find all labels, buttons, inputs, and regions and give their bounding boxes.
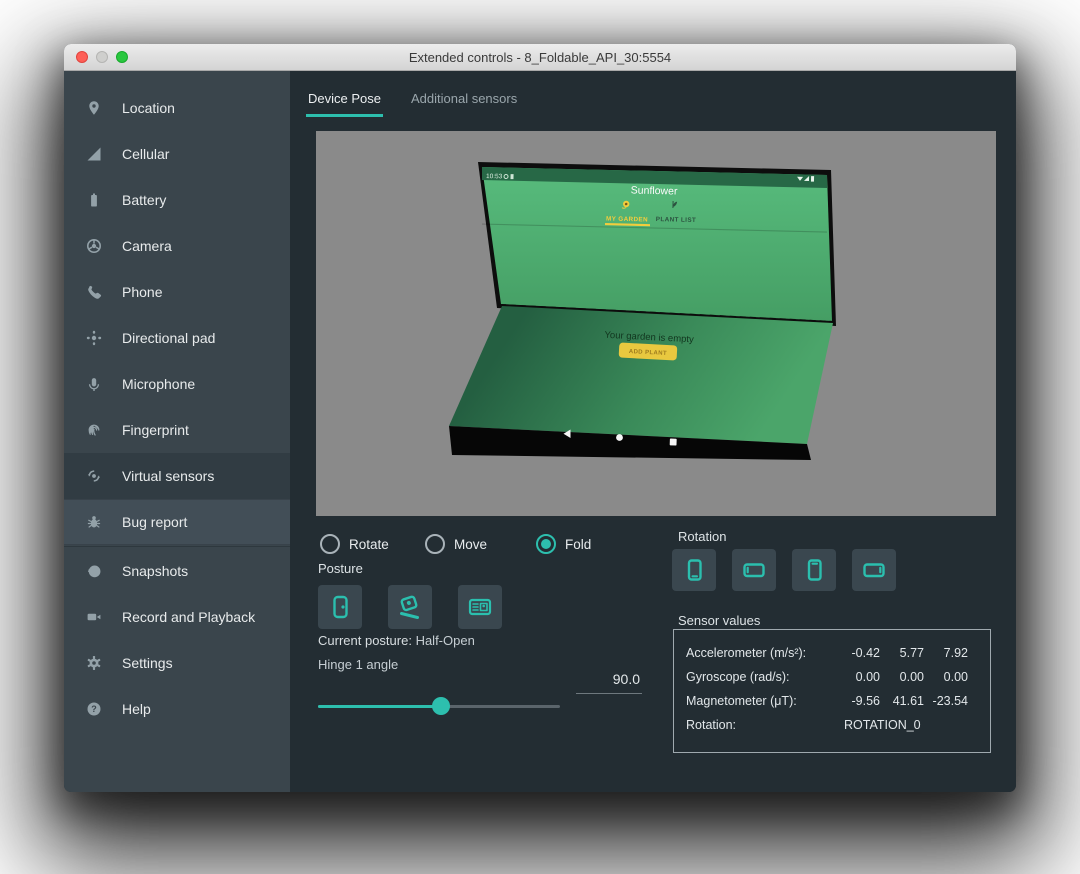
- posture-half-open-button[interactable]: [388, 585, 432, 629]
- sensor-row-rotation: Rotation: ROTATION_0: [686, 713, 990, 737]
- phone-icon: [84, 284, 104, 300]
- fingerprint-icon: [84, 422, 104, 438]
- sidebar-item-battery[interactable]: Battery: [64, 177, 290, 223]
- foldable-device-preview: 10:53 Sunflower: [316, 131, 996, 516]
- main-panel: Device Pose Additional sensors: [290, 71, 1016, 792]
- rotation-landscape-right-button[interactable]: [852, 549, 896, 591]
- sidebar-divider: [64, 546, 290, 547]
- rotation-reverse-portrait-button[interactable]: [792, 549, 836, 591]
- bug-icon: [84, 514, 104, 530]
- sidebar-item-fingerprint[interactable]: Fingerprint: [64, 407, 290, 453]
- sidebar-item-record-and-playback[interactable]: Record and Playback: [64, 594, 290, 640]
- posture-open-icon: [467, 594, 493, 620]
- sensor-values-label: Sensor values: [678, 613, 760, 628]
- help-icon: ?: [84, 701, 104, 717]
- sidebar-item-phone[interactable]: Phone: [64, 269, 290, 315]
- hinge-slider-fill: [318, 705, 441, 708]
- cellular-icon: [84, 146, 104, 162]
- hinge-slider[interactable]: [318, 696, 560, 716]
- device-bottom-screen: [449, 306, 833, 444]
- status-time: 10:53: [486, 173, 503, 180]
- rotation-landscape-left-button[interactable]: [732, 549, 776, 591]
- close-button[interactable]: [76, 51, 88, 63]
- sidebar: Location Cellular Battery Camera Phone D…: [64, 71, 290, 792]
- sidebar-item-cellular[interactable]: Cellular: [64, 131, 290, 177]
- minimize-button[interactable]: [96, 51, 108, 63]
- dpad-icon: [84, 330, 104, 346]
- settings-icon: [84, 655, 104, 671]
- rotation-landscape-right-icon: [861, 557, 887, 583]
- radio-fold[interactable]: Fold: [536, 533, 591, 555]
- sidebar-item-settings[interactable]: Settings: [64, 640, 290, 686]
- posture-label: Posture: [318, 561, 363, 576]
- rotation-landscape-left-icon: [741, 557, 767, 583]
- current-posture-value: Half-Open: [416, 633, 475, 648]
- sidebar-item-snapshots[interactable]: Snapshots: [64, 548, 290, 594]
- rotation-reverse-portrait-icon: [801, 557, 827, 583]
- virtual-sensors-icon: [84, 468, 104, 484]
- battery-icon: [84, 192, 104, 208]
- svg-text:?: ?: [91, 704, 97, 714]
- my-garden-tab: MY GARDEN: [606, 215, 648, 223]
- sidebar-item-virtual-sensors[interactable]: Virtual sensors: [64, 453, 290, 499]
- sidebar-item-bug-report[interactable]: Bug report: [64, 499, 290, 545]
- device-pose-viewport[interactable]: 10:53 Sunflower: [316, 131, 996, 516]
- posture-closed-icon: [327, 594, 353, 620]
- titlebar: Extended controls - 8_Foldable_API_30:55…: [64, 44, 1016, 71]
- tab-bar: Device Pose Additional sensors: [306, 91, 519, 117]
- radio-move[interactable]: Move: [425, 533, 487, 555]
- hinge-slider-thumb[interactable]: [432, 697, 450, 715]
- camera-icon: [84, 238, 104, 254]
- plant-list-tab: PLANT LIST: [656, 216, 697, 224]
- current-posture-text: Current posture: Half-Open: [318, 633, 475, 648]
- radio-rotate-circle[interactable]: [320, 534, 340, 554]
- recents-icon: [670, 438, 677, 445]
- radio-rotate[interactable]: Rotate: [320, 533, 389, 555]
- snapshots-icon: [84, 563, 104, 579]
- window-title: Extended controls - 8_Foldable_API_30:55…: [409, 50, 671, 65]
- home-icon: [616, 434, 623, 441]
- rotation-label: Rotation: [678, 529, 726, 544]
- sidebar-item-directional-pad[interactable]: Directional pad: [64, 315, 290, 361]
- add-plant-button: ADD PLANT: [619, 342, 678, 360]
- sidebar-item-location[interactable]: Location: [64, 85, 290, 131]
- sensor-row-gyroscope: Gyroscope (rad/s): 0.00 0.00 0.00: [686, 665, 990, 689]
- rotation-portrait-icon: [681, 557, 707, 583]
- radio-fold-circle[interactable]: [536, 534, 556, 554]
- sensor-row-magnetometer: Magnetometer (μT): -9.56 41.61 -23.54: [686, 689, 990, 713]
- extended-controls-window: Extended controls - 8_Foldable_API_30:55…: [64, 44, 1016, 792]
- posture-half-open-icon: [397, 594, 423, 620]
- microphone-icon: [84, 376, 104, 392]
- sidebar-item-camera[interactable]: Camera: [64, 223, 290, 269]
- sidebar-item-help[interactable]: ? Help: [64, 686, 290, 732]
- zoom-button[interactable]: [116, 51, 128, 63]
- sidebar-item-microphone[interactable]: Microphone: [64, 361, 290, 407]
- tab-device-pose[interactable]: Device Pose: [306, 91, 383, 117]
- posture-closed-button[interactable]: [318, 585, 362, 629]
- rotation-portrait-button[interactable]: [672, 549, 716, 591]
- radio-move-circle[interactable]: [425, 534, 445, 554]
- sensor-values-panel: Accelerometer (m/s²): -0.42 5.77 7.92 Gy…: [673, 629, 991, 753]
- hinge-angle-input[interactable]: [576, 671, 642, 694]
- posture-open-button[interactable]: [458, 585, 502, 629]
- tab-additional-sensors[interactable]: Additional sensors: [409, 91, 519, 117]
- app-title: Sunflower: [631, 184, 678, 197]
- location-icon: [84, 100, 104, 116]
- record-icon: [84, 609, 104, 625]
- hinge-angle-label: Hinge 1 angle: [318, 657, 398, 672]
- sensor-row-accelerometer: Accelerometer (m/s²): -0.42 5.77 7.92: [686, 641, 990, 665]
